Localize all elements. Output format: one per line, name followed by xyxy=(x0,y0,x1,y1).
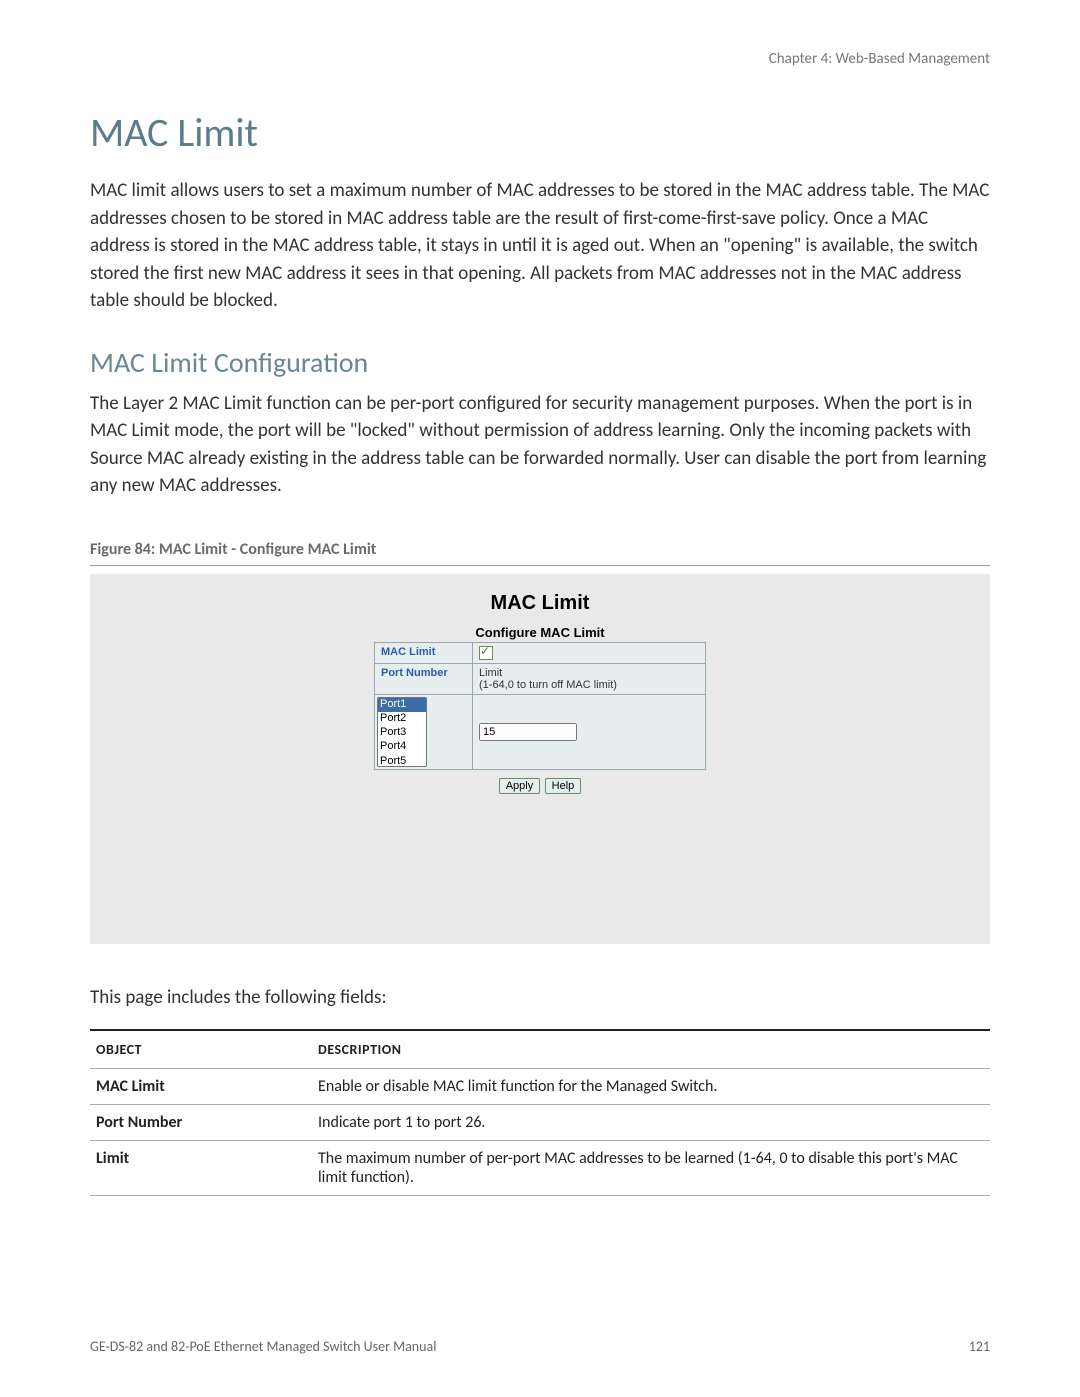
field-description: The maximum number of per-port MAC addre… xyxy=(312,1141,990,1196)
field-description: Enable or disable MAC limit function for… xyxy=(312,1069,990,1105)
port-option[interactable]: Port3 xyxy=(378,726,426,740)
port-number-select[interactable]: Port1 Port2 Port3 Port4 Port5 xyxy=(377,697,427,767)
mac-limit-label: MAC Limit xyxy=(375,642,473,663)
col-object: Object xyxy=(90,1030,312,1069)
chapter-header: Chapter 4: Web-Based Management xyxy=(90,50,990,68)
section-subtitle: MAC Limit Configuration xyxy=(90,345,990,380)
port-option[interactable]: Port1 xyxy=(378,698,426,712)
page-title: MAC Limit xyxy=(90,108,990,157)
apply-button[interactable]: Apply xyxy=(499,778,541,794)
page-footer: GE-DS-82 and 82-PoE Ethernet Managed Swi… xyxy=(90,1338,990,1355)
figure-caption: Figure 84: MAC Limit - Configure MAC Lim… xyxy=(90,540,990,566)
port-option[interactable]: Port2 xyxy=(378,712,426,726)
port-option[interactable]: Port4 xyxy=(378,740,426,754)
limit-input[interactable] xyxy=(479,723,577,741)
config-paragraph: The Layer 2 MAC Limit function can be pe… xyxy=(90,390,990,500)
figure-panel: MAC Limit Configure MAC Limit MAC Limit … xyxy=(90,574,990,944)
document-page: Chapter 4: Web-Based Management MAC Limi… xyxy=(0,0,1080,1397)
panel-title: MAC Limit xyxy=(210,592,870,615)
limit-field-hint: (1-64,0 to turn off MAC limit) xyxy=(479,679,617,691)
footer-manual: GE-DS-82 and 82-PoE Ethernet Managed Swi… xyxy=(90,1338,436,1355)
mac-limit-checkbox[interactable] xyxy=(479,646,493,660)
footer-page-number: 121 xyxy=(969,1338,990,1355)
field-object: Limit xyxy=(90,1141,312,1196)
table-row: Limit The maximum number of per-port MAC… xyxy=(90,1141,990,1196)
table-row: Port Number Indicate port 1 to port 26. xyxy=(90,1105,990,1141)
limit-field-label: Limit xyxy=(479,667,502,679)
port-option[interactable]: Port5 xyxy=(378,755,426,767)
panel-subtitle: Configure MAC Limit xyxy=(210,625,870,640)
help-button[interactable]: Help xyxy=(545,778,582,794)
table-row: MAC Limit Enable or disable MAC limit fu… xyxy=(90,1069,990,1105)
config-table: MAC Limit Port Number Limit (1-64,0 to t… xyxy=(374,642,706,770)
field-object: MAC Limit xyxy=(90,1069,312,1105)
intro-paragraph: MAC limit allows users to set a maximum … xyxy=(90,177,990,315)
fields-table: Object Description MAC Limit Enable or d… xyxy=(90,1029,990,1196)
fields-intro: This page includes the following fields: xyxy=(90,984,990,1012)
col-description: Description xyxy=(312,1030,990,1069)
port-number-label: Port Number xyxy=(375,663,473,694)
field-description: Indicate port 1 to port 26. xyxy=(312,1105,990,1141)
field-object: Port Number xyxy=(90,1105,312,1141)
